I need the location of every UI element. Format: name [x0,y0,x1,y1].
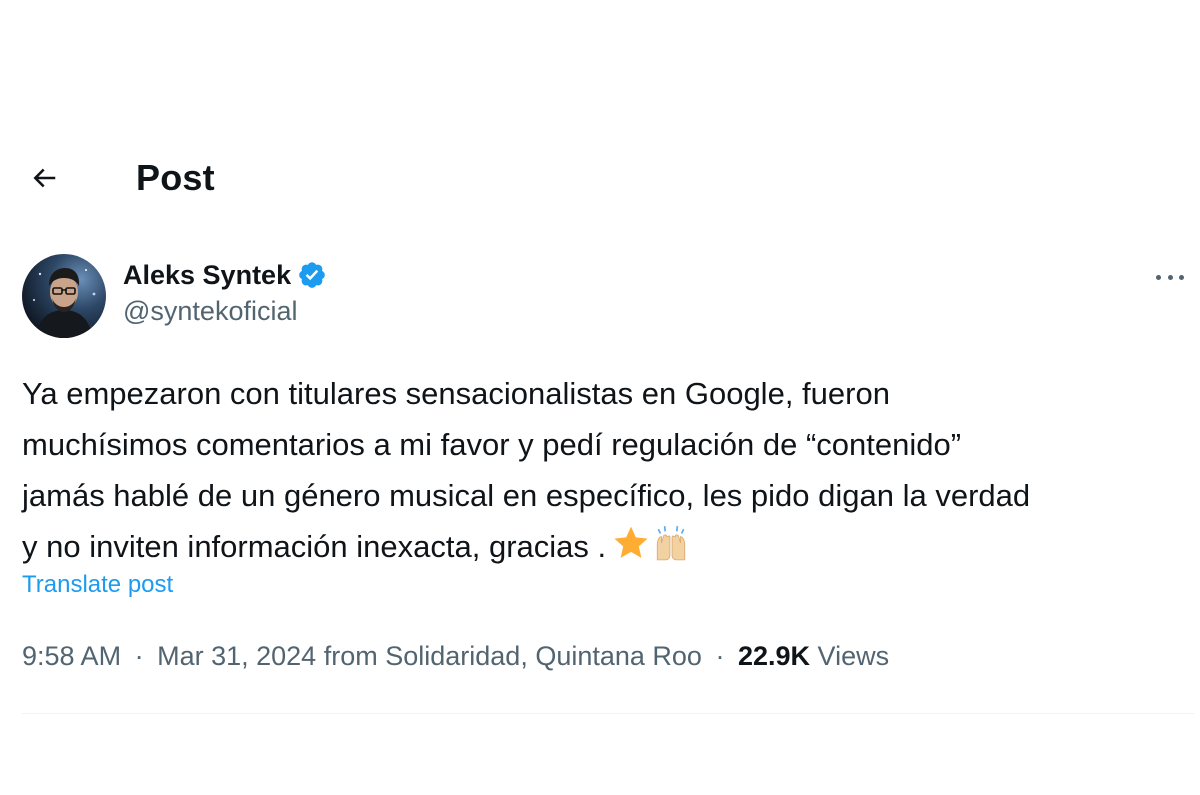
divider [22,713,1194,714]
more-options-button[interactable] [1156,262,1184,292]
post-date[interactable]: Mar 31, 2024 [157,641,316,671]
name-line: Aleks Syntek [123,256,327,294]
more-horizontal-icon [1156,274,1161,280]
post-line: y no inviten información inexacta, graci… [22,529,607,564]
star-emoji [612,524,650,562]
post-metadata: 9:58 AM · Mar 31, 2024 from Solidaridad,… [22,641,889,672]
separator: · [134,641,144,671]
post-line-last: y no inviten información inexacta, graci… [22,521,1192,572]
verified-badge-icon[interactable] [297,260,327,290]
more-dot [1167,274,1173,280]
post-line: jamás hablé de un género musical en espe… [22,478,1031,513]
display-name[interactable]: Aleks Syntek [123,260,291,291]
separator: · [715,641,725,671]
page-header: Post [22,148,215,208]
post-time[interactable]: 9:58 AM [22,641,121,671]
avatar[interactable] [22,254,106,338]
views-label: Views [817,641,890,671]
more-dot [1179,274,1184,280]
page-title: Post [136,157,215,198]
arrow-left-icon [33,168,56,188]
post-page: Post Aleks Syntek @syntekoficial Ya empe… [0,0,1200,795]
user-handle[interactable]: @syntekoficial [123,296,327,327]
avatar-image [22,254,106,338]
raising-hands-emoji [652,524,690,562]
post-text: Ya empezaron con titulares sensacionalis… [22,368,1192,572]
post-line: muchísimos comentarios a mi favor y pedí… [22,427,962,462]
views-count: 22.9K [737,641,811,671]
post-location: from Solidaridad, Quintana Roo [323,641,702,671]
author-row: Aleks Syntek @syntekoficial [22,252,1192,342]
back-button[interactable] [22,156,66,200]
post-line: Ya empezaron con titulares sensacionalis… [22,376,890,411]
author-names: Aleks Syntek @syntekoficial [123,256,327,327]
translate-post-link[interactable]: Translate post [22,571,173,599]
